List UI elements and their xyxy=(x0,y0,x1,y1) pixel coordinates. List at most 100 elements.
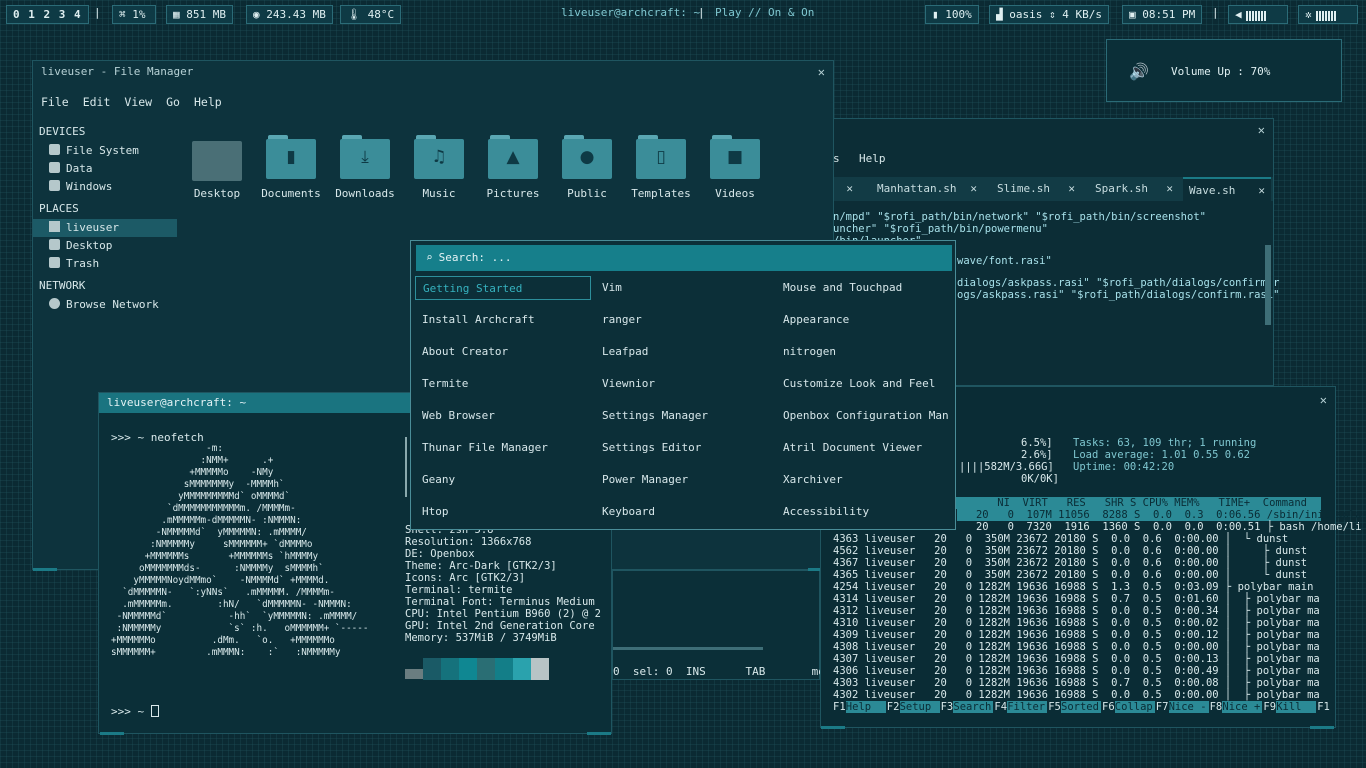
launcher-item[interactable]: Openbox Configuration Mana… xyxy=(776,404,948,428)
process-row[interactable]: 4303 liveuser 20 0 1282M 19636 16988 S 0… xyxy=(833,677,1320,689)
process-row[interactable]: 4310 liveuser 20 0 1282M 19636 16988 S 0… xyxy=(833,617,1320,629)
cpu-icon: ⌘ xyxy=(119,8,133,21)
fkey-action[interactable]: Nice - xyxy=(1168,701,1209,713)
close-icon[interactable]: ✕ xyxy=(818,61,825,83)
process-row[interactable]: 4302 liveuser 20 0 1282M 19636 16988 S 0… xyxy=(833,689,1320,701)
folder-desktop[interactable]: Desktop xyxy=(180,135,254,200)
launcher-item[interactable]: ranger xyxy=(595,308,771,332)
folder-documents[interactable]: ▮ Documents xyxy=(254,135,328,200)
menu-edit[interactable]: Edit xyxy=(83,95,111,109)
brightness-widget[interactable]: ✲ xyxy=(1298,5,1358,24)
launcher-item[interactable]: Settings Manager xyxy=(595,404,771,428)
prompt-line[interactable]: >>> ~ xyxy=(111,705,159,718)
fkey-action[interactable]: Nice + xyxy=(1222,701,1263,713)
folder-downloads[interactable]: ⤓ Downloads xyxy=(328,135,402,200)
sidebar-item-windows[interactable]: Windows xyxy=(33,178,177,196)
folder-music[interactable]: ♫ Music xyxy=(402,135,476,200)
volume-widget[interactable]: ◀ xyxy=(1228,5,1288,24)
tab-slime[interactable]: Slime.sh ✕ xyxy=(991,177,1081,201)
menu-help[interactable]: Help xyxy=(194,95,222,109)
process-row[interactable]: 4306 liveuser 20 0 1282M 19636 16988 S 0… xyxy=(833,665,1320,677)
sidebar-item-browse-network[interactable]: Browse Network xyxy=(33,296,177,314)
launcher-item[interactable]: Mouse and Touchpad xyxy=(776,276,948,300)
launcher-item[interactable]: Leafpad xyxy=(595,340,771,364)
folder-pictures[interactable]: ▲ Pictures xyxy=(476,135,550,200)
process-row[interactable]: 4314 liveuser 20 0 1282M 19636 16988 S 0… xyxy=(833,593,1320,605)
close-icon[interactable]: ✕ xyxy=(1320,389,1327,411)
launcher-item[interactable]: Viewnior xyxy=(595,372,771,396)
trash-icon xyxy=(49,257,60,268)
window-corner-accent xyxy=(808,568,820,571)
launcher-item[interactable]: Install Archcraft xyxy=(415,308,591,332)
process-row[interactable]: 4308 liveuser 20 0 1282M 19636 16988 S 0… xyxy=(833,641,1320,653)
music-status[interactable]: Play // On & On xyxy=(715,6,814,19)
fkey-action[interactable]: Kill xyxy=(1276,701,1317,713)
menu-go[interactable]: Go xyxy=(166,95,180,109)
workspace-switcher[interactable]: 0 1 2 3 4 xyxy=(6,5,89,24)
launcher-item[interactable]: Keyboard xyxy=(595,500,771,524)
folder-templates[interactable]: ▯ Templates xyxy=(624,135,698,200)
menu-view[interactable]: View xyxy=(124,95,152,109)
launcher-item[interactable]: Vim xyxy=(595,276,771,300)
process-row[interactable]: 4309 liveuser 20 0 1282M 19636 16988 S 0… xyxy=(833,629,1320,641)
fkey-action[interactable]: Help xyxy=(845,701,886,713)
close-icon[interactable]: ✕ xyxy=(1166,177,1173,201)
launcher-item[interactable]: Getting Started xyxy=(415,276,591,300)
close-icon[interactable]: ✕ xyxy=(1258,179,1265,203)
process-row[interactable]: 4254 liveuser 20 0 1282M 19636 16988 S 1… xyxy=(833,581,1313,593)
menu-help[interactable]: Help xyxy=(859,152,886,165)
fkey-action[interactable]: Filter xyxy=(1007,701,1048,713)
thermometer-icon: 🌡 xyxy=(347,8,368,21)
launcher-item[interactable]: Accessibility xyxy=(776,500,948,524)
folder-label: Videos xyxy=(715,187,755,200)
folder-public[interactable]: ● Public xyxy=(550,135,624,200)
close-icon[interactable]: ✕ xyxy=(1068,177,1075,201)
process-row[interactable]: 4365 liveuser 20 0 350M 23672 20180 S 0.… xyxy=(833,569,1307,581)
launcher-item[interactable]: Termite xyxy=(415,372,591,396)
tab-close-prev[interactable]: ✕ xyxy=(833,177,857,201)
launcher-item[interactable]: Xarchiver xyxy=(776,468,948,492)
window-titlebar[interactable]: liveuser - File Manager xyxy=(33,61,833,83)
sidebar-item-liveuser[interactable]: liveuser xyxy=(33,219,177,237)
sidebar-item-data[interactable]: Data xyxy=(33,160,177,178)
launcher-item[interactable]: Geany xyxy=(415,468,591,492)
network-widget[interactable]: ▟ oasis ⇕ 4 KB/s xyxy=(989,5,1109,24)
fkey-action[interactable]: Search xyxy=(953,701,994,713)
sidebar-item-file-system[interactable]: File System xyxy=(33,142,177,160)
launcher-item[interactable]: Appearance xyxy=(776,308,948,332)
launcher-item[interactable]: nitrogen xyxy=(776,340,948,364)
tab-spark[interactable]: Spark.sh ✕ xyxy=(1089,177,1179,201)
launcher-item[interactable]: Web Browser xyxy=(415,404,591,428)
process-row[interactable]: 20 0 7320 1916 1360 S 0.0 0.0 0:00.51 ├ … xyxy=(957,521,1362,533)
search-input[interactable]: ⌕ Search: ... xyxy=(416,245,952,271)
process-row[interactable]: 4307 liveuser 20 0 1282M 19636 16988 S 0… xyxy=(833,653,1320,665)
system-info: Shell: zsh 5.8 Resolution: 1366x768 DE: … xyxy=(405,524,601,644)
process-row[interactable]: 4312 liveuser 20 0 1282M 19636 16988 S 0… xyxy=(833,605,1320,617)
scrollbar[interactable] xyxy=(1265,245,1271,325)
disk-icon: ◉ xyxy=(253,8,267,21)
tab-wave[interactable]: Wave.sh ✕ xyxy=(1183,177,1271,201)
fkey-action[interactable]: Sorted xyxy=(1061,701,1101,713)
sidebar-item-trash[interactable]: Trash xyxy=(33,255,177,273)
process-row[interactable]: 20 0 107M 11056 8288 S 0.0 0.3 0:06.56 /… xyxy=(957,509,1366,521)
launcher-item[interactable]: Atril Document Viewer xyxy=(776,436,948,460)
clock-widget[interactable]: ▣ 08:51 PM xyxy=(1122,5,1203,24)
close-icon[interactable]: ✕ xyxy=(1258,119,1265,141)
sidebar-item-desktop[interactable]: Desktop xyxy=(33,237,177,255)
fkey-action[interactable]: Setup xyxy=(899,701,940,713)
menu-file[interactable]: File xyxy=(41,95,69,109)
process-row[interactable]: 4562 liveuser 20 0 350M 23672 20180 S 0.… xyxy=(833,545,1307,557)
launcher-item[interactable]: Power Manager xyxy=(595,468,771,492)
tab-manhattan[interactable]: Manhattan.sh ✕ xyxy=(871,177,983,201)
launcher-item[interactable]: About Creator xyxy=(415,340,591,364)
fkey-action[interactable]: Collap xyxy=(1114,701,1155,713)
close-icon[interactable]: ✕ xyxy=(970,177,977,201)
launcher-item[interactable]: Htop xyxy=(415,500,591,524)
launcher-item[interactable]: Thunar File Manager xyxy=(415,436,591,460)
launcher-item[interactable]: Settings Editor xyxy=(595,436,771,460)
folder-videos[interactable]: ■ Videos xyxy=(698,135,772,200)
process-row[interactable]: 4367 liveuser 20 0 350M 23672 20180 S 0.… xyxy=(833,557,1307,569)
sidebar-item-label: File System xyxy=(66,144,139,157)
launcher-item[interactable]: Customize Look and Feel xyxy=(776,372,948,396)
process-row[interactable]: 4363 liveuser 20 0 350M 23672 20180 S 0.… xyxy=(833,533,1288,545)
